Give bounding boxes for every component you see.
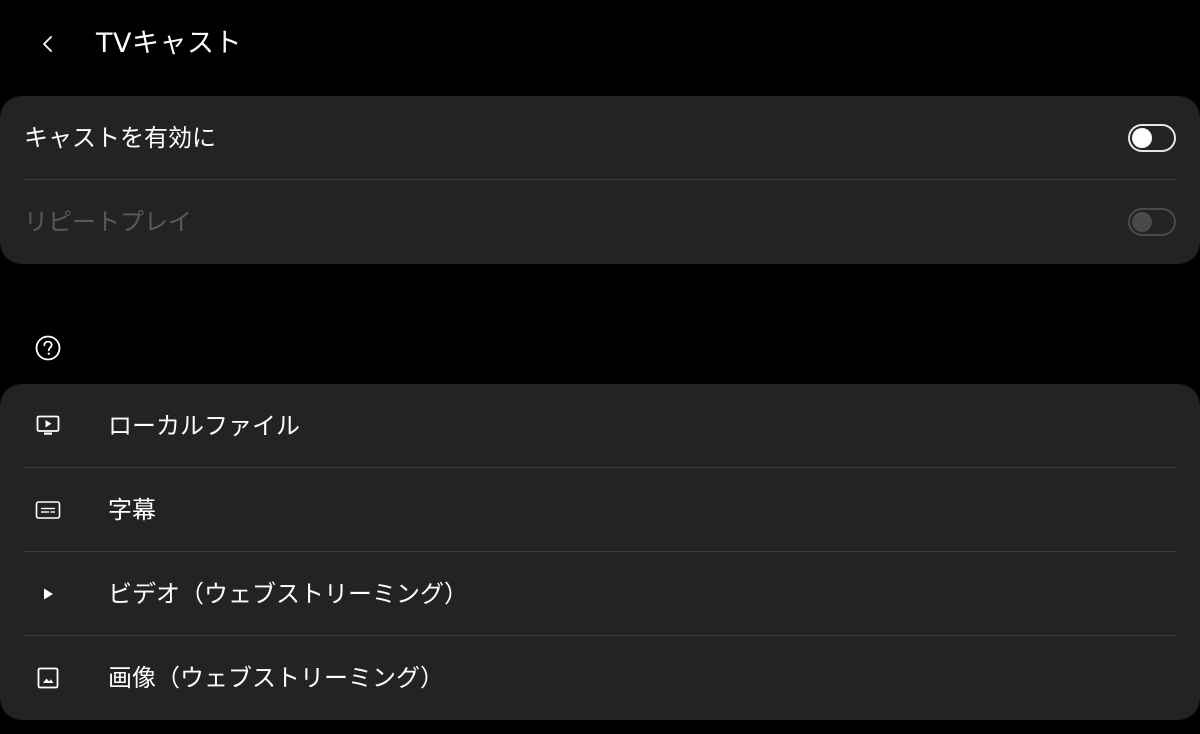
subtitles-icon — [34, 496, 62, 524]
list-item-label: 画像（ウェブストリーミング） — [108, 664, 444, 692]
image-icon — [34, 664, 62, 692]
list-item-label: ローカルファイル — [108, 412, 300, 440]
enable-cast-row[interactable]: キャストを有効に — [0, 96, 1200, 180]
repeat-play-switch — [1128, 208, 1176, 236]
repeat-play-row: リピートプレイ — [0, 180, 1200, 264]
app-bar: TVキャスト — [0, 0, 1200, 88]
tv-cast-screen: TVキャスト キャストを有効に リピートプレイ ローカルファイル 字幕 ビデオ（… — [0, 0, 1200, 734]
question-circle-icon — [35, 335, 61, 361]
list-item-video-streaming[interactable]: ビデオ（ウェブストリーミング） — [0, 552, 1200, 636]
cast-types-card: ローカルファイル 字幕 ビデオ（ウェブストリーミング） 画像（ウェブストリーミン… — [0, 384, 1200, 720]
monitor-play-icon — [34, 412, 62, 440]
list-item-image-streaming[interactable]: 画像（ウェブストリーミング） — [0, 636, 1200, 720]
play-icon — [34, 580, 62, 608]
page-title: TVキャスト — [96, 28, 242, 59]
back-button[interactable] — [30, 26, 66, 62]
chevron-left-icon — [43, 36, 52, 52]
help-button[interactable] — [34, 334, 62, 362]
enable-cast-switch[interactable] — [1128, 124, 1176, 152]
switch-knob — [1132, 128, 1152, 148]
cast-settings-card: キャストを有効に リピートプレイ — [0, 96, 1200, 264]
list-item-local-file[interactable]: ローカルファイル — [0, 384, 1200, 468]
enable-cast-label: キャストを有効に — [24, 124, 216, 152]
switch-knob — [1132, 212, 1152, 232]
repeat-play-label: リピートプレイ — [24, 208, 192, 236]
list-item-label: ビデオ（ウェブストリーミング） — [108, 580, 468, 608]
list-item-subtitles[interactable]: 字幕 — [0, 468, 1200, 552]
list-item-label: 字幕 — [108, 496, 156, 524]
